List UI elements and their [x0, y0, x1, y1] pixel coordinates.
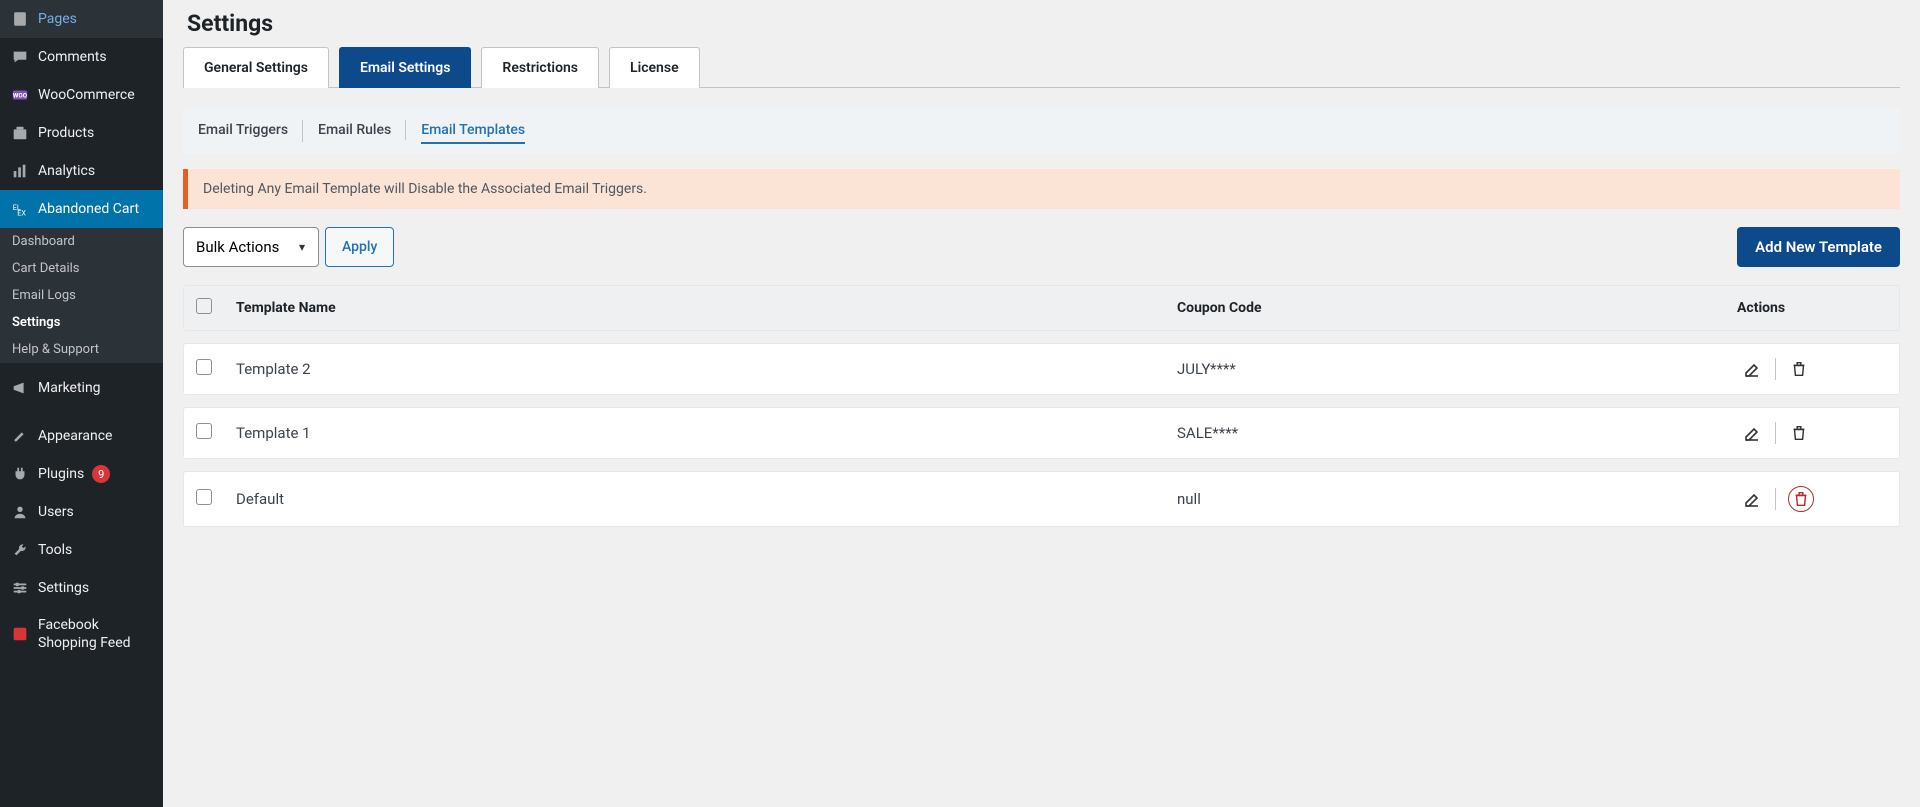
sidebar-item-label: Settings — [38, 580, 89, 596]
sidebar-item-woocommerce[interactable]: WOO WooCommerce — [0, 76, 163, 114]
sidebar-item-tools[interactable]: Tools — [0, 531, 163, 569]
sidebar-item-users[interactable]: Users — [0, 493, 163, 531]
subtab-email-triggers[interactable]: Email Triggers — [198, 118, 288, 144]
subtab-email-rules[interactable]: Email Rules — [318, 118, 391, 144]
bulk-actions-wrap: Bulk Actions — [183, 227, 319, 267]
cell-template-name: Template 2 — [236, 360, 1177, 378]
list-toolbar: Bulk Actions Apply Add New Template — [183, 227, 1900, 267]
apply-button[interactable]: Apply — [325, 227, 394, 267]
sidebar-item-products[interactable]: Products — [0, 114, 163, 152]
sidebar-sub-help[interactable]: Help & Support — [0, 336, 163, 363]
sidebar-item-label: Abandoned Cart — [38, 201, 139, 217]
edit-button[interactable] — [1741, 488, 1763, 510]
table-row: Template 1SALE**** — [183, 407, 1900, 459]
delete-button[interactable] — [1788, 422, 1810, 444]
user-icon — [10, 502, 30, 522]
sliders-icon — [10, 578, 30, 598]
templates-table: Template Name Coupon Code Actions Templa… — [183, 285, 1900, 527]
sidebar-item-label: Appearance — [38, 428, 112, 444]
plugins-badge: 9 — [92, 465, 110, 483]
cell-template-name: Default — [236, 490, 1177, 508]
delete-button[interactable] — [1788, 486, 1814, 512]
sidebar-item-abandoned-cart[interactable]: ELEX Abandoned Cart — [0, 190, 163, 228]
cell-coupon-code: SALE**** — [1177, 424, 1737, 442]
row-checkbox[interactable] — [196, 423, 212, 439]
cell-coupon-code: null — [1177, 490, 1737, 508]
cell-coupon-code: JULY**** — [1177, 360, 1737, 378]
sidebar-item-label: Products — [38, 125, 94, 141]
plug-icon — [10, 464, 30, 484]
table-row: Template 2JULY**** — [183, 343, 1900, 395]
table-header: Template Name Coupon Code Actions — [183, 285, 1900, 331]
sidebar-item-label: Users — [38, 504, 74, 520]
subtab-email-templates[interactable]: Email Templates — [421, 118, 525, 144]
sidebar-item-appearance[interactable]: Appearance — [0, 417, 163, 455]
delete-button[interactable] — [1788, 358, 1810, 380]
action-divider — [1775, 358, 1776, 380]
secondary-tabs: Email Triggers Email Rules Email Templat… — [183, 108, 1900, 154]
tab-restrictions[interactable]: Restrictions — [481, 47, 599, 88]
elex-icon: ELEX — [10, 199, 30, 219]
woo-icon: WOO — [10, 85, 30, 105]
col-template-name: Template Name — [236, 300, 1177, 316]
page-title: Settings — [183, 0, 1920, 47]
tab-license[interactable]: License — [609, 47, 700, 88]
cell-template-name: Template 1 — [236, 424, 1177, 442]
sidebar-sub-dashboard[interactable]: Dashboard — [0, 228, 163, 255]
bulk-actions-select[interactable]: Bulk Actions — [183, 227, 319, 267]
admin-sidebar: Pages Comments WOO WooCommerce Products … — [0, 0, 163, 807]
sidebar-sub-cart-details[interactable]: Cart Details — [0, 255, 163, 282]
comment-icon — [10, 47, 30, 67]
page-icon — [10, 9, 30, 29]
sidebar-item-label: Tools — [38, 542, 72, 558]
sidebar-item-plugins[interactable]: Plugins 9 — [0, 455, 163, 493]
sidebar-item-facebook-feed[interactable]: Facebook Shopping Feed — [0, 607, 163, 661]
cell-actions — [1737, 486, 1887, 512]
edit-button[interactable] — [1741, 422, 1763, 444]
primary-tabs: General Settings Email Settings Restrict… — [183, 47, 1900, 88]
sidebar-item-settings[interactable]: Settings — [0, 569, 163, 607]
tab-general-settings[interactable]: General Settings — [183, 47, 329, 88]
add-new-template-button[interactable]: Add New Template — [1737, 227, 1900, 267]
svg-text:WOO: WOO — [13, 92, 28, 100]
select-all-checkbox[interactable] — [196, 298, 212, 314]
sidebar-item-comments[interactable]: Comments — [0, 38, 163, 76]
sidebar-item-pages[interactable]: Pages — [0, 0, 163, 38]
product-icon — [10, 123, 30, 143]
sidebar-item-label: Marketing — [38, 380, 101, 396]
cell-actions — [1737, 422, 1887, 444]
sidebar-item-label: WooCommerce — [38, 87, 135, 103]
main-content: Settings General Settings Email Settings… — [163, 0, 1920, 807]
sidebar-item-label: Facebook Shopping Feed — [38, 616, 155, 652]
sidebar-sub-settings[interactable]: Settings — [0, 309, 163, 336]
sidebar-item-label: Comments — [38, 49, 107, 65]
action-divider — [1775, 488, 1776, 510]
row-checkbox[interactable] — [196, 489, 212, 505]
edit-button[interactable] — [1741, 358, 1763, 380]
sidebar-item-analytics[interactable]: Analytics — [0, 152, 163, 190]
col-actions: Actions — [1737, 300, 1887, 316]
sidebar-item-label: Pages — [38, 11, 77, 27]
svg-text:EX: EX — [17, 208, 26, 217]
table-row: Defaultnull — [183, 471, 1900, 527]
tab-email-settings[interactable]: Email Settings — [339, 47, 471, 88]
warning-alert: Deleting Any Email Template will Disable… — [183, 169, 1900, 209]
sidebar-item-marketing[interactable]: Marketing — [0, 369, 163, 407]
megaphone-icon — [10, 378, 30, 398]
action-divider — [1775, 422, 1776, 444]
sidebar-item-label: Plugins — [38, 466, 84, 482]
cell-actions — [1737, 358, 1887, 380]
wrench-icon — [10, 540, 30, 560]
analytics-icon — [10, 161, 30, 181]
feed-icon — [10, 624, 30, 644]
row-checkbox[interactable] — [196, 359, 212, 375]
sidebar-item-label: Analytics — [38, 163, 95, 179]
col-coupon-code: Coupon Code — [1177, 300, 1737, 316]
brush-icon — [10, 426, 30, 446]
sidebar-sub-email-logs[interactable]: Email Logs — [0, 282, 163, 309]
